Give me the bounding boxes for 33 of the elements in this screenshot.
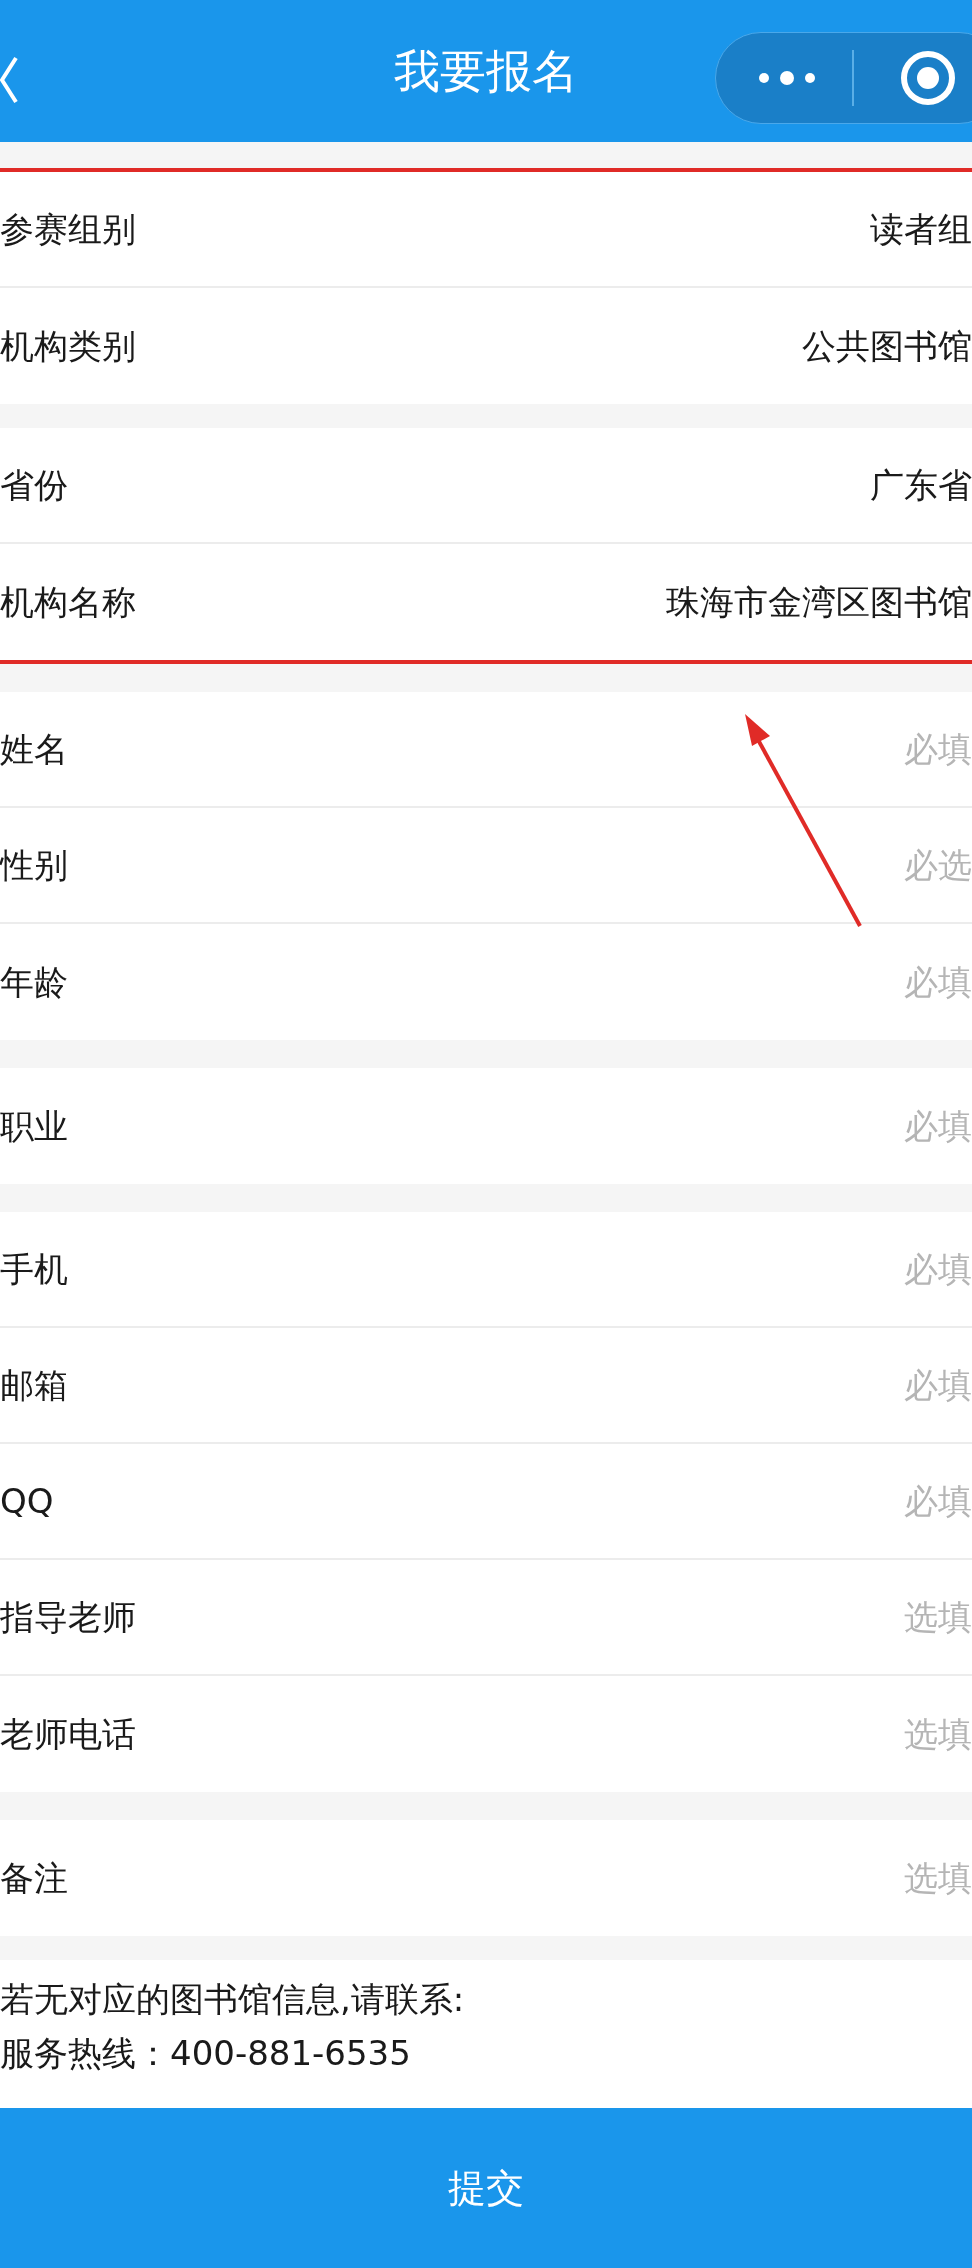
notice-text: 服务热线：400-881-6535 bbox=[0, 2032, 412, 2075]
field-label: 备注 bbox=[0, 1856, 68, 1900]
field-value[interactable]: 公共图书馆 bbox=[802, 320, 972, 372]
field-value[interactable]: 广东省 bbox=[870, 459, 972, 511]
field-label: 省份 bbox=[0, 463, 68, 507]
back-icon[interactable] bbox=[0, 55, 18, 105]
field-label: 手机 bbox=[0, 1247, 68, 1291]
field-label: 参赛组别 bbox=[0, 207, 136, 251]
field-label: 年龄 bbox=[0, 960, 68, 1004]
more-icon[interactable] bbox=[758, 70, 816, 86]
field-label: QQ bbox=[0, 1479, 54, 1523]
input-field[interactable]: 必填 bbox=[882, 956, 972, 1008]
field-label: 邮箱 bbox=[0, 1363, 68, 1407]
field-label: 姓名 bbox=[0, 727, 68, 771]
input-field[interactable]: 必填 bbox=[882, 1359, 972, 1411]
field-label: 老师电话 bbox=[0, 1712, 136, 1756]
field-label: 机构名称 bbox=[0, 580, 136, 624]
field-label: 职业 bbox=[0, 1104, 68, 1148]
close-target-icon[interactable] bbox=[900, 50, 956, 106]
input-field[interactable]: 选填 bbox=[882, 1852, 972, 1904]
field-label: 指导老师 bbox=[0, 1595, 136, 1639]
field-label: 机构类别 bbox=[0, 324, 136, 368]
field-value[interactable]: 读者组 bbox=[870, 203, 972, 255]
input-field[interactable]: 选填 bbox=[882, 1591, 972, 1643]
input-field[interactable]: 必填 bbox=[882, 1100, 972, 1152]
input-field[interactable]: 必填 bbox=[882, 1243, 972, 1295]
input-field[interactable]: 选填 bbox=[882, 1708, 972, 1760]
notice-text: 若无对应的图书馆信息,请联系: bbox=[0, 1978, 466, 2021]
input-field[interactable]: 必填 bbox=[882, 723, 972, 775]
input-field[interactable]: 必选 bbox=[882, 839, 972, 891]
input-field[interactable]: 必填 bbox=[882, 1475, 972, 1527]
field-value[interactable]: 珠海市金湾区图书馆 bbox=[666, 576, 972, 628]
page-title: 我要报名 bbox=[394, 42, 578, 100]
